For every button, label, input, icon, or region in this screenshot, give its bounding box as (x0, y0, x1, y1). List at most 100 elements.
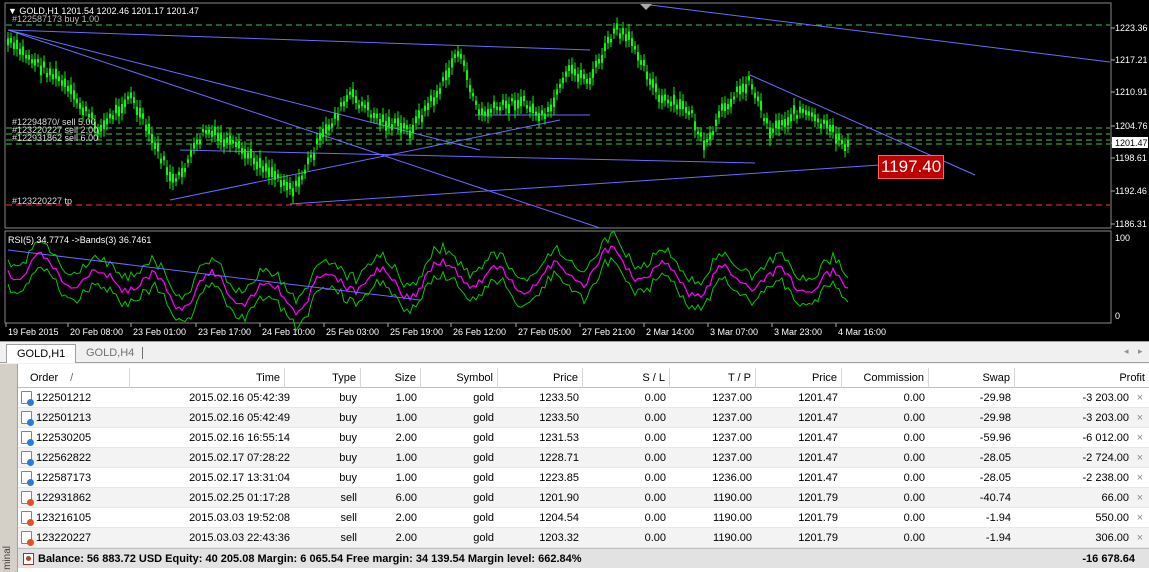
cell-order: 122931862 (36, 492, 92, 504)
price-tick-label: 1198.61 (1115, 153, 1147, 163)
terminal-side-label[interactable]: minal (0, 364, 18, 572)
table-row[interactable]: 123216105 2015.03.03 19:52:08 sell 2.00 gold… (18, 508, 1149, 528)
trend-line (289, 164, 881, 205)
candle-body (496, 106, 498, 110)
orders-table: Order / Time Type Size Symbol Price S / L… (18, 368, 1149, 548)
candle-body (535, 111, 537, 116)
column-header-profit[interactable]: Profit (1015, 368, 1149, 388)
candle-body (103, 120, 105, 130)
cell-price: 1233.50 (539, 412, 579, 424)
scroll-left-icon[interactable]: ◂ (1124, 346, 1129, 357)
column-header-tp[interactable]: T / P (670, 368, 756, 388)
table-row[interactable]: 122587173 2015.02.17 13:31:04 buy 1.00 gold 1… (18, 468, 1149, 488)
candle-body (298, 176, 300, 187)
candle-body (442, 77, 444, 82)
candle-body (490, 108, 492, 113)
candle-body (574, 68, 576, 76)
candle-body (109, 113, 111, 119)
candle-body (277, 174, 279, 178)
cell-tp: 1237.00 (712, 452, 752, 464)
candle-body (547, 107, 549, 112)
candle-body (580, 69, 582, 79)
close-order-icon[interactable]: × (1137, 468, 1143, 488)
time-tick-label: 23 Feb 01:00 (133, 327, 186, 337)
tab-gold-h4[interactable]: GOLD,H4 (76, 344, 144, 363)
table-row[interactable]: 122501213 2015.02.16 05:42:49 buy 1.00 gold 1… (18, 408, 1149, 428)
cell-commission: 0.00 (903, 452, 925, 464)
column-header-swap[interactable]: Swap (929, 368, 1015, 388)
candle-body (700, 132, 702, 137)
close-order-icon[interactable]: × (1137, 448, 1143, 468)
close-order-icon[interactable]: × (1137, 408, 1143, 428)
candle-body (688, 111, 690, 115)
column-header-current-price[interactable]: Price (756, 368, 842, 388)
table-row[interactable]: 122562822 2015.02.17 07:28:22 buy 1.00 gold 1… (18, 448, 1149, 468)
tab-gold-h1[interactable]: GOLD,H1 (6, 344, 77, 363)
table-row[interactable]: 122931862 2015.02.25 01:17:28 sell 6.00 gold… (18, 488, 1149, 508)
candle-body (13, 42, 15, 50)
price-tick-label: 1192.46 (1115, 186, 1147, 196)
candle-body (631, 38, 633, 46)
candle-body (67, 85, 69, 92)
candle-body (316, 138, 318, 145)
chart-canvas[interactable]: 1223.36 1217.21 1210.91 1204.76 1201.47 1198.… (0, 0, 1149, 341)
order-label-top: #122587173 buy 1.00 (12, 14, 100, 24)
cell-size: 2.00 (395, 432, 417, 444)
cell-time: 2015.02.16 05:42:49 (189, 412, 290, 424)
scroll-right-icon[interactable]: ▸ (1138, 346, 1143, 357)
column-header-symbol[interactable]: Symbol (421, 368, 498, 388)
candle-body (655, 83, 657, 93)
close-order-icon[interactable]: × (1137, 488, 1143, 508)
candle-body (799, 106, 801, 113)
column-header-sl[interactable]: S / L (583, 368, 670, 388)
candle-body (628, 31, 630, 40)
candle-body (124, 99, 126, 108)
table-row[interactable]: 122530205 2015.02.16 16:55:14 buy 2.00 gold 1… (18, 428, 1149, 448)
table-row[interactable]: 122501212 2015.02.16 05:42:39 buy 1.00 gold 1… (18, 388, 1149, 408)
cell-sl: 0.00 (644, 512, 666, 524)
close-order-icon[interactable]: × (1137, 508, 1143, 528)
time-tick-label: 27 Feb 05:00 (518, 327, 571, 337)
column-header-time[interactable]: Time (130, 368, 285, 388)
column-header-commission[interactable]: Commission (842, 368, 929, 388)
candle-body (385, 121, 387, 131)
candle-body (148, 123, 150, 134)
column-header-price[interactable]: Price (498, 368, 583, 388)
table-row[interactable]: 123220227 2015.03.03 22:43:36 sell 2.00 gold… (18, 528, 1149, 548)
candle-body (652, 79, 654, 88)
candle-body (307, 157, 309, 165)
candle-body (475, 100, 477, 105)
close-order-icon[interactable]: × (1137, 528, 1143, 548)
candle-body (166, 167, 168, 176)
candle-body (367, 102, 369, 111)
cell-size: 1.00 (395, 452, 417, 464)
candle-body (163, 156, 165, 161)
candle-body (598, 58, 600, 64)
close-order-icon[interactable]: × (1137, 428, 1143, 448)
candle-body (157, 142, 159, 152)
balance-summary-row[interactable]: Balance: 56 883.72 USD Equity: 40 205.08… (18, 548, 1149, 568)
price-callout: 1197.40 (878, 155, 945, 179)
candle-body (415, 116, 417, 124)
sell-order-icon (21, 511, 34, 526)
column-header-order[interactable]: Order / (18, 368, 130, 388)
candle-body (544, 113, 546, 119)
close-order-icon[interactable]: × (1137, 388, 1143, 408)
price-tick-label: 1217.21 (1115, 55, 1148, 65)
candle-body (766, 118, 768, 124)
candle-body (364, 104, 366, 109)
candle-body (352, 89, 354, 98)
candle-body (289, 182, 291, 190)
cell-swap: -28.05 (979, 452, 1011, 464)
candle-body (196, 139, 198, 145)
cell-price: 1228.71 (539, 452, 579, 464)
candle-body (79, 103, 81, 109)
column-header-type[interactable]: Type (285, 368, 361, 388)
candle-body (817, 118, 819, 123)
column-header-size[interactable]: Size (361, 368, 421, 388)
candle-body (622, 28, 624, 35)
candle-body (718, 111, 720, 118)
price-chart[interactable]: 1223.36 1217.21 1210.91 1204.76 1201.47 1198.… (0, 0, 1149, 341)
candle-body (361, 101, 363, 107)
cell-cur: 1201.79 (798, 532, 838, 544)
